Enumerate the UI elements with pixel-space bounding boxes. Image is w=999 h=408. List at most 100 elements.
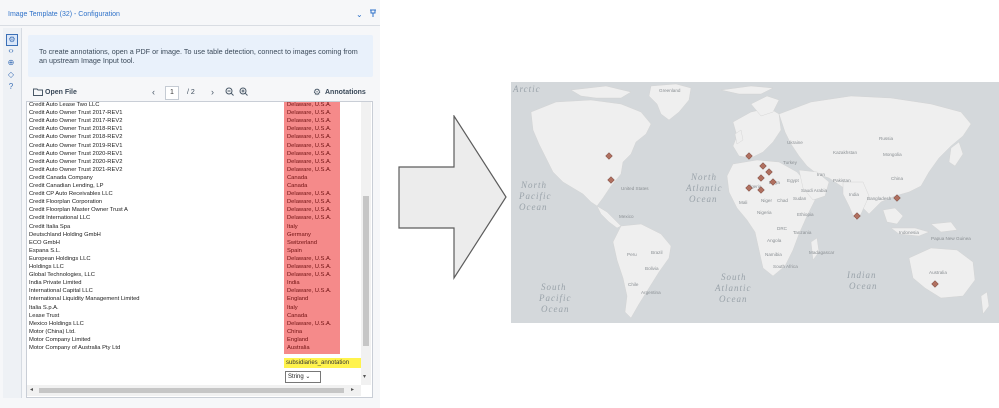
subsidiary-name: International Capital LLC (29, 288, 93, 295)
subsidiary-jurisdiction[interactable]: Delaware, U.S.A. (287, 256, 331, 264)
help-icon[interactable]: ? (6, 82, 16, 92)
subsidiary-name: Credit Canada Company (29, 174, 93, 181)
table-row: Credit International LLC Delaware, U.S.A. (27, 215, 357, 223)
bolivia-label: Bolivia (645, 266, 659, 271)
table-row: India Private Limited India (27, 280, 357, 288)
divider (0, 25, 380, 26)
table-row: Credit Canadian Lending, LP Canada (27, 183, 357, 191)
subsidiary-jurisdiction[interactable]: Delaware, U.S.A. (287, 264, 331, 272)
india-label: India (849, 192, 859, 197)
subsidiary-jurisdiction[interactable]: Germany (287, 232, 311, 240)
subsidiary-name: Global Technologies, LLC (29, 272, 95, 279)
open-file-button[interactable]: Open File (45, 89, 77, 96)
table-row: Motor (China) Ltd. China (27, 329, 357, 337)
table-row: Espana S.L. Spain (27, 248, 357, 256)
subsidiary-name: Credit International LLC (29, 215, 91, 222)
subsidiary-name: Credit Auto Owner Trust 2021-REV2 (29, 166, 123, 173)
subsidiary-jurisdiction[interactable]: China (287, 329, 302, 337)
world-map[interactable]: Arctic North Pacific Ocean North Atlanti… (511, 82, 999, 323)
south-atlantic-label-3: Ocean (719, 294, 748, 304)
subsidiary-jurisdiction[interactable]: Delaware, U.S.A. (287, 191, 331, 199)
info-box: To create annotations, open a PDF or ima… (28, 35, 373, 77)
subsidiary-jurisdiction[interactable]: Italy (287, 224, 298, 232)
namibia-label: Namibia (765, 252, 782, 257)
horizontal-scroll-thumb[interactable] (39, 388, 344, 393)
south-africa-label: South Africa (773, 264, 798, 269)
subsidiary-jurisdiction[interactable]: Delaware, U.S.A. (287, 110, 331, 118)
table-row: Credit Auto Owner Trust 2018-REV2 Delawar… (27, 134, 357, 142)
subsidiary-jurisdiction[interactable]: Delaware, U.S.A. (287, 118, 331, 126)
subsidiary-jurisdiction[interactable]: Delaware, U.S.A. (287, 134, 331, 142)
subsidiary-jurisdiction[interactable]: England (287, 337, 308, 345)
gear-icon[interactable]: ⚙ (6, 34, 18, 46)
table-row: Italia S.p.A. Italy (27, 305, 357, 313)
subsidiary-jurisdiction[interactable]: Delaware, U.S.A. (287, 143, 331, 151)
annotations-button[interactable]: Annotations (325, 89, 366, 96)
angola-label: Angola (767, 238, 782, 243)
add-icon[interactable]: ⊕ (6, 58, 16, 68)
subsidiary-jurisdiction[interactable]: India (287, 280, 300, 288)
folder-icon[interactable] (33, 88, 43, 98)
page-number-input[interactable]: 1 (165, 86, 179, 100)
subsidiary-jurisdiction[interactable]: Delaware, U.S.A. (287, 167, 331, 175)
subsidiary-jurisdiction[interactable]: Delaware, U.S.A. (287, 102, 331, 110)
subsidiary-jurisdiction[interactable]: Australia (287, 345, 310, 353)
subsidiary-jurisdiction[interactable]: Delaware, U.S.A. (287, 199, 331, 207)
subsidiary-jurisdiction[interactable]: Delaware, U.S.A. (287, 288, 331, 296)
subsidiary-jurisdiction[interactable]: Canada (287, 175, 307, 183)
tanzania-label: Tanzania (793, 230, 812, 235)
gear-icon[interactable]: ⚙ (313, 87, 321, 98)
subsidiary-jurisdiction[interactable]: Canada (287, 313, 307, 321)
subsidiary-name: Motor Company Limited (29, 336, 91, 343)
subsidiary-name: Credit Auto Owner Trust 2020-REV1 (29, 150, 123, 157)
subsidiary-jurisdiction[interactable]: Spain (287, 248, 302, 256)
annotation-label[interactable]: subsidiaries_annotation (284, 358, 364, 368)
tag-icon[interactable]: ◇ (6, 70, 16, 80)
zoom-out-icon[interactable] (225, 87, 234, 98)
subsidiary-jurisdiction[interactable]: England (287, 296, 308, 304)
table-row: Credit Floorplan Corporation Delaware, U.… (27, 199, 357, 207)
type-select[interactable]: String ⌄ (285, 371, 321, 383)
table-row: Credit Canada Company Canada (27, 175, 357, 183)
subsidiary-name: Credit Auto Lease Two LLC (29, 102, 100, 108)
south-pacific-label-2: Pacific (538, 293, 572, 303)
subsidiary-name: Espana S.L. (29, 247, 61, 254)
chevron-right-icon[interactable]: › (211, 87, 214, 97)
scroll-down-icon[interactable]: ▾ (363, 373, 366, 380)
table-row: Mexico Holdings LLC Delaware, U.S.A. (27, 321, 357, 329)
tool-sidebar: ⚙ ‹› ⊕ ◇ ? (3, 28, 22, 398)
pin-icon[interactable] (369, 9, 377, 20)
chevron-down-icon[interactable]: ⌄ (356, 10, 363, 19)
zoom-in-icon[interactable] (239, 87, 248, 98)
vertical-scroll-thumb[interactable] (363, 196, 369, 346)
scroll-left-icon[interactable]: ◂ (30, 386, 33, 393)
table-row: Credit CP Auto Receivables LLC Delaware, … (27, 191, 357, 199)
table-row: Lease Trust Canada (27, 313, 357, 321)
panel-title: Image Template (32) - Configuration (8, 11, 120, 18)
ukraine-label: Ukraine (787, 140, 803, 145)
subsidiary-jurisdiction[interactable]: Delaware, U.S.A. (287, 207, 331, 215)
north-pacific-label-1: North (520, 180, 547, 190)
subsidiary-jurisdiction[interactable]: Delaware, U.S.A. (287, 126, 331, 134)
subsidiary-jurisdiction[interactable]: Delaware, U.S.A. (287, 151, 331, 159)
subsidiary-jurisdiction[interactable]: Italy (287, 305, 298, 313)
mongolia-label: Mongolia (883, 152, 902, 157)
subsidiary-jurisdiction[interactable]: Delaware, U.S.A. (287, 272, 331, 280)
table-row: Global Technologies, LLC Delaware, U.S.A. (27, 272, 357, 280)
code-icon[interactable]: ‹› (6, 46, 16, 56)
subsidiary-jurisdiction[interactable]: Switzerland (287, 240, 317, 248)
subsidiary-jurisdiction[interactable]: Delaware, U.S.A. (287, 321, 331, 329)
south-pacific-label-3: Ocean (541, 304, 570, 314)
russia-label: Russia (879, 136, 893, 141)
brazil-label: Brazil (651, 250, 663, 255)
document-viewer[interactable]: Credit Auto Lease Two LLC Delaware, U.S.A… (26, 101, 373, 398)
scroll-right-icon[interactable]: ▸ (351, 386, 354, 393)
subsidiary-name: Holdings LLC (29, 264, 64, 270)
subsidiary-jurisdiction[interactable]: Canada (287, 183, 307, 191)
subsidiary-name: Credit Canadian Lending, LP (29, 183, 104, 189)
chevron-left-icon[interactable]: ‹ (152, 87, 155, 97)
subsidiary-jurisdiction[interactable]: Delaware, U.S.A. (287, 215, 331, 223)
peru-label: Peru (627, 252, 637, 257)
subsidiary-jurisdiction[interactable]: Delaware, U.S.A. (287, 159, 331, 167)
table-row: Credit Floorplan Master Owner Trust A Del… (27, 207, 357, 215)
